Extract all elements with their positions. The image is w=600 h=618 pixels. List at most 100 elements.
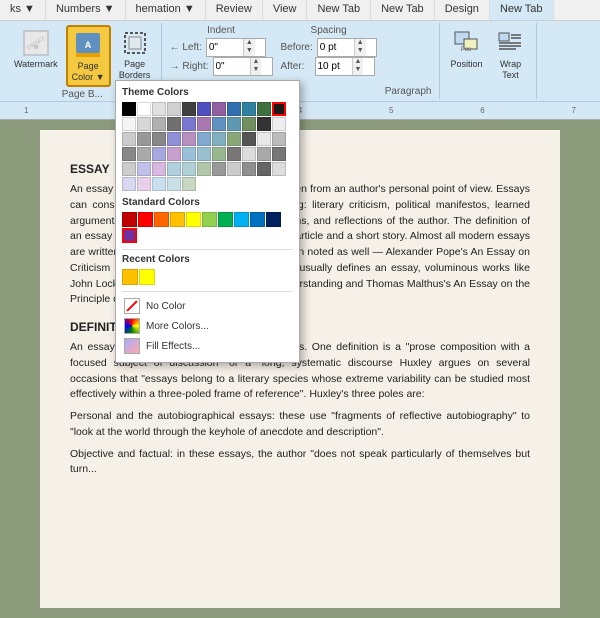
recent-color-swatch-1[interactable] <box>139 269 155 285</box>
theme-color-swatch-56[interactable] <box>137 177 151 191</box>
theme-color-swatch-13[interactable] <box>152 117 166 131</box>
theme-color-swatch-11[interactable] <box>122 117 136 131</box>
theme-color-swatch-49[interactable] <box>197 162 211 176</box>
tab-ks[interactable]: ks ▼ <box>0 0 46 20</box>
tab-newtab1[interactable]: New Tab <box>307 0 371 20</box>
theme-color-swatch-4[interactable] <box>182 102 196 116</box>
theme-color-swatch-36[interactable] <box>167 147 181 161</box>
theme-color-swatch-28[interactable] <box>212 132 226 146</box>
theme-color-swatch-6[interactable] <box>212 102 226 116</box>
theme-color-swatch-52[interactable] <box>242 162 256 176</box>
page-borders-button[interactable]: PageBorders <box>115 25 155 83</box>
theme-color-swatch-21[interactable] <box>272 117 286 131</box>
theme-color-swatch-1[interactable] <box>137 102 151 116</box>
theme-color-swatch-48[interactable] <box>182 162 196 176</box>
no-color-option[interactable]: No Color <box>122 296 293 316</box>
theme-color-swatch-7[interactable] <box>227 102 241 116</box>
theme-color-swatch-39[interactable] <box>212 147 226 161</box>
theme-color-swatch-3[interactable] <box>167 102 181 116</box>
theme-color-swatch-8[interactable] <box>242 102 256 116</box>
theme-color-swatch-46[interactable] <box>152 162 166 176</box>
indent-right-up[interactable]: ▲ <box>251 58 262 66</box>
theme-color-swatch-42[interactable] <box>257 147 271 161</box>
theme-color-swatch-15[interactable] <box>182 117 196 131</box>
spacing-after-up[interactable]: ▲ <box>353 58 364 66</box>
theme-color-swatch-5[interactable] <box>197 102 211 116</box>
indent-left-up[interactable]: ▲ <box>244 39 255 47</box>
spacing-before-up[interactable]: ▲ <box>355 39 366 47</box>
theme-color-swatch-30[interactable] <box>242 132 256 146</box>
indent-left-down[interactable]: ▼ <box>244 47 255 55</box>
theme-color-swatch-35[interactable] <box>152 147 166 161</box>
standard-color-swatch-7[interactable] <box>234 212 249 227</box>
theme-color-swatch-31[interactable] <box>257 132 271 146</box>
theme-color-swatch-53[interactable] <box>257 162 271 176</box>
theme-color-swatch-55[interactable] <box>122 177 136 191</box>
theme-color-swatch-44[interactable] <box>122 162 136 176</box>
spacing-after-input[interactable] <box>316 60 352 73</box>
more-colors-option[interactable]: More Colors... <box>122 316 293 336</box>
theme-color-swatch-27[interactable] <box>197 132 211 146</box>
theme-color-swatch-23[interactable] <box>137 132 151 146</box>
theme-color-swatch-57[interactable] <box>152 177 166 191</box>
standard-color-swatch-3[interactable] <box>170 212 185 227</box>
tab-numbers[interactable]: Numbers ▼ <box>46 0 126 20</box>
theme-color-swatch-9[interactable] <box>257 102 271 116</box>
indent-right-input[interactable] <box>214 60 250 73</box>
page-color-button[interactable]: A PageColor ▼ <box>66 25 111 87</box>
theme-color-swatch-45[interactable] <box>137 162 151 176</box>
theme-color-swatch-32[interactable] <box>272 132 286 146</box>
standard-color-swatch-10[interactable] <box>122 228 137 243</box>
position-button[interactable]: Pos Position <box>446 25 486 72</box>
theme-color-swatch-10[interactable] <box>272 102 286 116</box>
theme-color-swatch-18[interactable] <box>227 117 241 131</box>
standard-color-swatch-6[interactable] <box>218 212 233 227</box>
theme-color-swatch-47[interactable] <box>167 162 181 176</box>
watermark-button[interactable]: DRAFT W Watermark <box>10 25 62 72</box>
theme-color-swatch-0[interactable] <box>122 102 136 116</box>
standard-color-swatch-9[interactable] <box>266 212 281 227</box>
theme-color-swatch-50[interactable] <box>212 162 226 176</box>
theme-color-swatch-43[interactable] <box>272 147 286 161</box>
theme-color-swatch-2[interactable] <box>152 102 166 116</box>
theme-color-swatch-41[interactable] <box>242 147 256 161</box>
theme-color-swatch-34[interactable] <box>137 147 151 161</box>
indent-left-input[interactable] <box>207 41 243 54</box>
theme-color-swatch-24[interactable] <box>152 132 166 146</box>
theme-color-swatch-29[interactable] <box>227 132 241 146</box>
theme-color-swatch-25[interactable] <box>167 132 181 146</box>
theme-color-swatch-58[interactable] <box>167 177 181 191</box>
tab-newtab3[interactable]: New Tab <box>490 0 554 20</box>
wrap-text-button[interactable]: WrapText <box>490 25 530 83</box>
tab-view[interactable]: View <box>263 0 308 20</box>
standard-color-swatch-1[interactable] <box>138 212 153 227</box>
tab-design[interactable]: Design <box>435 0 490 20</box>
theme-color-swatch-14[interactable] <box>167 117 181 131</box>
theme-color-swatch-26[interactable] <box>182 132 196 146</box>
theme-color-swatch-22[interactable] <box>122 132 136 146</box>
theme-color-swatch-51[interactable] <box>227 162 241 176</box>
theme-color-swatch-19[interactable] <box>242 117 256 131</box>
recent-color-swatch-0[interactable] <box>122 269 138 285</box>
tab-review[interactable]: Review <box>206 0 263 20</box>
theme-color-swatch-37[interactable] <box>182 147 196 161</box>
standard-color-swatch-8[interactable] <box>250 212 265 227</box>
theme-color-swatch-20[interactable] <box>257 117 271 131</box>
fill-effects-option[interactable]: Fill Effects... <box>122 336 293 356</box>
tab-hemation[interactable]: hemation ▼ <box>126 0 206 20</box>
standard-color-swatch-2[interactable] <box>154 212 169 227</box>
theme-color-swatch-12[interactable] <box>137 117 151 131</box>
spacing-before-input[interactable] <box>318 41 354 54</box>
standard-color-swatch-5[interactable] <box>202 212 217 227</box>
indent-right-down[interactable]: ▼ <box>251 66 262 74</box>
theme-color-swatch-59[interactable] <box>182 177 196 191</box>
spacing-before-down[interactable]: ▼ <box>355 47 366 55</box>
standard-color-swatch-4[interactable] <box>186 212 201 227</box>
theme-color-swatch-54[interactable] <box>272 162 286 176</box>
theme-color-swatch-33[interactable] <box>122 147 136 161</box>
theme-color-swatch-17[interactable] <box>212 117 226 131</box>
theme-color-swatch-38[interactable] <box>197 147 211 161</box>
tab-newtab2[interactable]: New Tab <box>371 0 435 20</box>
theme-color-swatch-16[interactable] <box>197 117 211 131</box>
spacing-after-down[interactable]: ▼ <box>353 66 364 74</box>
